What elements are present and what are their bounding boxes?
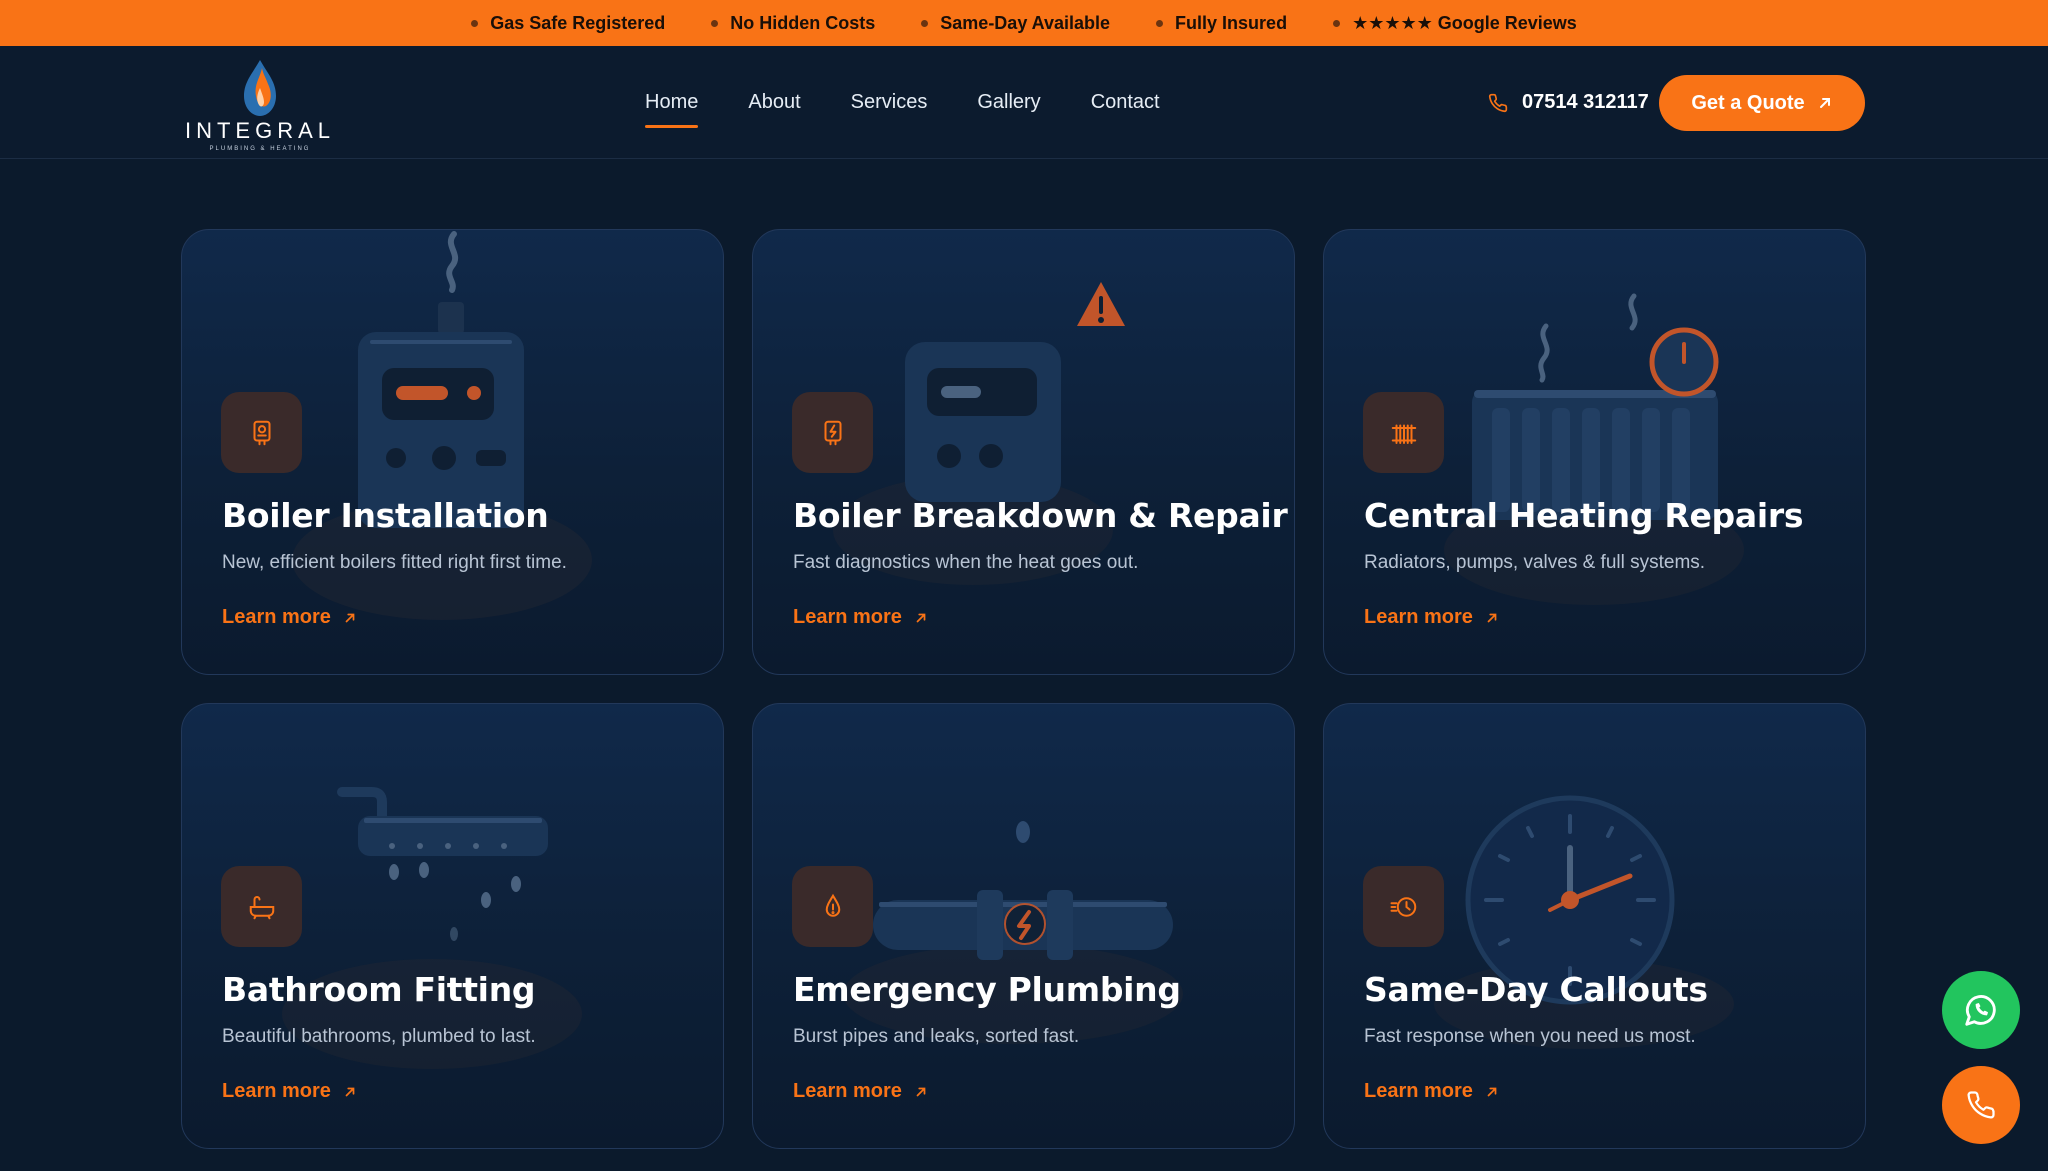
get-quote-label: Get a Quote bbox=[1691, 91, 1805, 114]
learn-more-link[interactable]: Learn more bbox=[793, 606, 928, 629]
arrow-up-right-icon bbox=[1819, 98, 1830, 108]
service-description: Beautiful bathrooms, plumbed to last. bbox=[222, 1026, 536, 1047]
bullet-dot bbox=[1156, 19, 1164, 27]
service-description: Radiators, pumps, valves & full systems. bbox=[1364, 552, 1706, 573]
learn-more-link[interactable]: Learn more bbox=[222, 606, 357, 629]
service-card-central-heating[interactable]: Central Heating Repairs Radiators, pumps… bbox=[1323, 229, 1866, 675]
site-header: INTEGRAL PLUMBING & HEATING Home About S… bbox=[0, 46, 2048, 159]
service-icon-box bbox=[792, 392, 873, 473]
service-icon-box bbox=[221, 866, 302, 947]
logo[interactable]: INTEGRAL PLUMBING & HEATING bbox=[180, 58, 340, 152]
phone-number: 07514 312117 bbox=[1522, 91, 1649, 113]
service-card-emergency-plumbing[interactable]: Emergency Plumbing Burst pipes and leaks… bbox=[752, 703, 1295, 1149]
service-title: Boiler Breakdown & Repair bbox=[793, 496, 1288, 535]
service-title: Emergency Plumbing bbox=[793, 970, 1181, 1009]
radiator-icon bbox=[1391, 424, 1416, 444]
bullet-dot bbox=[1333, 19, 1341, 27]
nav-services[interactable]: Services bbox=[851, 83, 928, 122]
phone-icon bbox=[1488, 93, 1508, 112]
learn-more-link[interactable]: Learn more bbox=[793, 1080, 928, 1103]
bullet-dot bbox=[711, 19, 719, 27]
logo-tagline: PLUMBING & HEATING bbox=[209, 146, 311, 152]
arrow-up-right-icon bbox=[345, 1087, 355, 1096]
service-card-same-day-callouts[interactable]: Same-Day Callouts Fast response when you… bbox=[1323, 703, 1866, 1149]
bullet-dot bbox=[921, 19, 929, 27]
main-nav: Home About Services Gallery Contact bbox=[645, 46, 1160, 159]
badge-no-hidden-costs: No Hidden Costs bbox=[711, 13, 875, 34]
bullet-dot bbox=[471, 19, 479, 27]
phone-link[interactable]: 07514 312117 bbox=[1488, 46, 1649, 159]
service-title: Boiler Installation bbox=[222, 496, 549, 535]
bathtub-icon bbox=[249, 895, 274, 919]
badge-same-day: Same-Day Available bbox=[921, 13, 1110, 34]
whatsapp-button[interactable] bbox=[1942, 971, 2020, 1049]
service-icon-box bbox=[221, 392, 302, 473]
service-description: Fast diagnostics when the heat goes out. bbox=[793, 552, 1139, 573]
service-icon-box bbox=[1363, 392, 1444, 473]
fast-clock-icon bbox=[1390, 896, 1416, 917]
service-card-boiler-repair[interactable]: Boiler Breakdown & Repair Fast diagnosti… bbox=[752, 229, 1295, 675]
call-button[interactable] bbox=[1942, 1066, 2020, 1144]
logo-wordmark: INTEGRAL bbox=[184, 118, 336, 143]
nav-gallery[interactable]: Gallery bbox=[977, 83, 1040, 122]
badge-gas-safe: Gas Safe Registered bbox=[471, 13, 665, 34]
service-title: Bathroom Fitting bbox=[222, 970, 536, 1009]
learn-more-link[interactable]: Learn more bbox=[1364, 606, 1499, 629]
arrow-up-right-icon bbox=[916, 1087, 926, 1096]
flame-droplet-icon bbox=[244, 60, 276, 116]
get-quote-button[interactable]: Get a Quote bbox=[1659, 75, 1865, 131]
arrow-up-right-icon bbox=[345, 613, 355, 622]
service-description: Fast response when you need us most. bbox=[1364, 1026, 1696, 1047]
announcement-bar: Gas Safe Registered No Hidden Costs Same… bbox=[0, 0, 2048, 46]
droplet-alert-icon bbox=[825, 893, 840, 917]
badge-google-reviews: ★★★★★ Google Reviews bbox=[1333, 13, 1577, 34]
phone-icon bbox=[1967, 1091, 1995, 1119]
service-description: Burst pipes and leaks, sorted fast. bbox=[793, 1026, 1080, 1047]
service-icon-box bbox=[1363, 866, 1444, 947]
nav-home[interactable]: Home bbox=[645, 83, 699, 128]
service-title: Central Heating Repairs bbox=[1364, 496, 1804, 535]
whatsapp-icon bbox=[1965, 995, 1996, 1026]
service-title: Same-Day Callouts bbox=[1364, 970, 1708, 1009]
service-description: New, efficient boilers fitted right firs… bbox=[222, 552, 567, 573]
service-icon-box bbox=[792, 866, 873, 947]
nav-contact[interactable]: Contact bbox=[1091, 83, 1160, 122]
boiler-bolt-icon bbox=[824, 420, 841, 445]
arrow-up-right-icon bbox=[916, 613, 926, 622]
boiler-icon bbox=[253, 420, 270, 445]
service-card-bathroom-fitting[interactable]: Bathroom Fitting Beautiful bathrooms, pl… bbox=[181, 703, 724, 1149]
learn-more-link[interactable]: Learn more bbox=[222, 1080, 357, 1103]
services-grid: Boiler Installation New, efficient boile… bbox=[181, 229, 1866, 1149]
nav-about[interactable]: About bbox=[748, 83, 800, 122]
arrow-up-right-icon bbox=[1487, 613, 1497, 622]
learn-more-link[interactable]: Learn more bbox=[1364, 1080, 1499, 1103]
badge-fully-insured: Fully Insured bbox=[1156, 13, 1287, 34]
arrow-up-right-icon bbox=[1487, 1087, 1497, 1096]
service-card-boiler-installation[interactable]: Boiler Installation New, efficient boile… bbox=[181, 229, 724, 675]
